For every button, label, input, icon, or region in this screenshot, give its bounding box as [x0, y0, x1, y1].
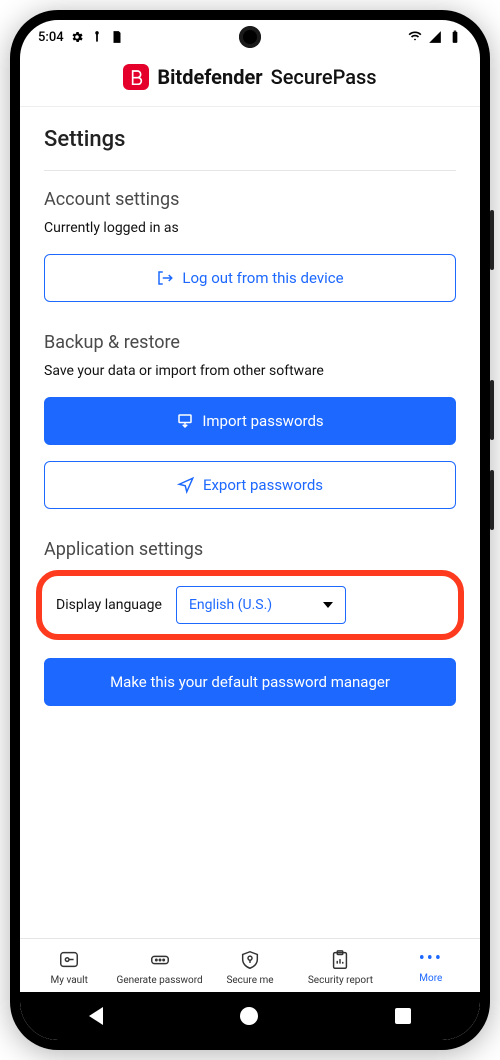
- tab-my-vault-label: My vault: [51, 975, 88, 986]
- tab-generate-label: Generate password: [117, 975, 203, 986]
- import-button-label: Import passwords: [202, 412, 323, 430]
- product-name: SecurePass: [271, 65, 377, 89]
- shield-icon: [237, 949, 263, 971]
- front-camera: [239, 26, 261, 48]
- app-header: Bitdefender SecurePass: [20, 54, 480, 107]
- logout-button[interactable]: Log out from this device: [44, 254, 456, 302]
- display-language-value: English (U.S.): [189, 597, 272, 613]
- more-dots-icon: •••: [419, 949, 443, 969]
- chevron-down-icon: [323, 602, 333, 608]
- key-icon: [90, 30, 104, 44]
- language-row-highlight: Display language English (U.S.): [36, 570, 464, 640]
- brand-name: Bitdefender: [157, 65, 262, 89]
- vault-icon: [56, 949, 82, 971]
- tab-generate-password[interactable]: Generate password: [114, 949, 204, 986]
- backup-restore-subtitle: Save your data or import from other soft…: [44, 363, 456, 379]
- battery-icon: [448, 30, 462, 44]
- android-home-button[interactable]: [240, 1007, 258, 1025]
- export-button-label: Export passwords: [203, 476, 323, 494]
- sd-icon: [110, 30, 124, 44]
- divider: [44, 170, 456, 171]
- wifi-icon: [408, 30, 422, 44]
- phone-frame: 5:04 Bitdefender SecurePass Settings: [10, 10, 490, 1050]
- cell-signal-icon: [428, 30, 442, 44]
- tab-secure-me[interactable]: Secure me: [205, 949, 295, 986]
- import-passwords-button[interactable]: Import passwords: [44, 397, 456, 445]
- tab-secure-label: Secure me: [226, 975, 273, 986]
- android-back-button[interactable]: [89, 1007, 103, 1025]
- screen: 5:04 Bitdefender SecurePass Settings: [20, 20, 480, 1040]
- report-icon: [327, 949, 353, 971]
- export-icon: [177, 476, 195, 494]
- backup-restore-heading: Backup & restore: [44, 332, 456, 353]
- generate-icon: [147, 949, 173, 971]
- tab-my-vault[interactable]: My vault: [24, 949, 114, 986]
- status-right: [408, 30, 462, 44]
- display-language-select[interactable]: English (U.S.): [176, 586, 346, 624]
- bottom-tab-bar: My vault Generate password Secure me Sec…: [20, 938, 480, 992]
- export-passwords-button[interactable]: Export passwords: [44, 461, 456, 509]
- display-language-label: Display language: [56, 597, 162, 613]
- tab-security-report[interactable]: Security report: [295, 949, 385, 986]
- tab-more-label: More: [419, 973, 442, 984]
- page-title: Settings: [44, 127, 456, 152]
- android-recent-button[interactable]: [395, 1008, 411, 1024]
- status-left: 5:04: [38, 30, 124, 45]
- bitdefender-logo-icon: [123, 64, 149, 90]
- make-default-pm-label: Make this your default password manager: [110, 673, 390, 691]
- logout-icon: [156, 269, 174, 287]
- status-time: 5:04: [38, 30, 64, 45]
- import-icon: [176, 412, 194, 430]
- gear-icon: [70, 30, 84, 44]
- logout-button-label: Log out from this device: [182, 269, 343, 287]
- android-nav-bar: [20, 992, 480, 1040]
- make-default-pm-button[interactable]: Make this your default password manager: [44, 658, 456, 706]
- tab-more[interactable]: ••• More: [386, 949, 476, 984]
- account-settings-heading: Account settings: [44, 189, 456, 210]
- tab-report-label: Security report: [308, 975, 373, 986]
- settings-content: Settings Account settings Currently logg…: [20, 107, 480, 938]
- application-settings-heading: Application settings: [44, 539, 456, 560]
- logged-in-as-label: Currently logged in as: [44, 220, 456, 236]
